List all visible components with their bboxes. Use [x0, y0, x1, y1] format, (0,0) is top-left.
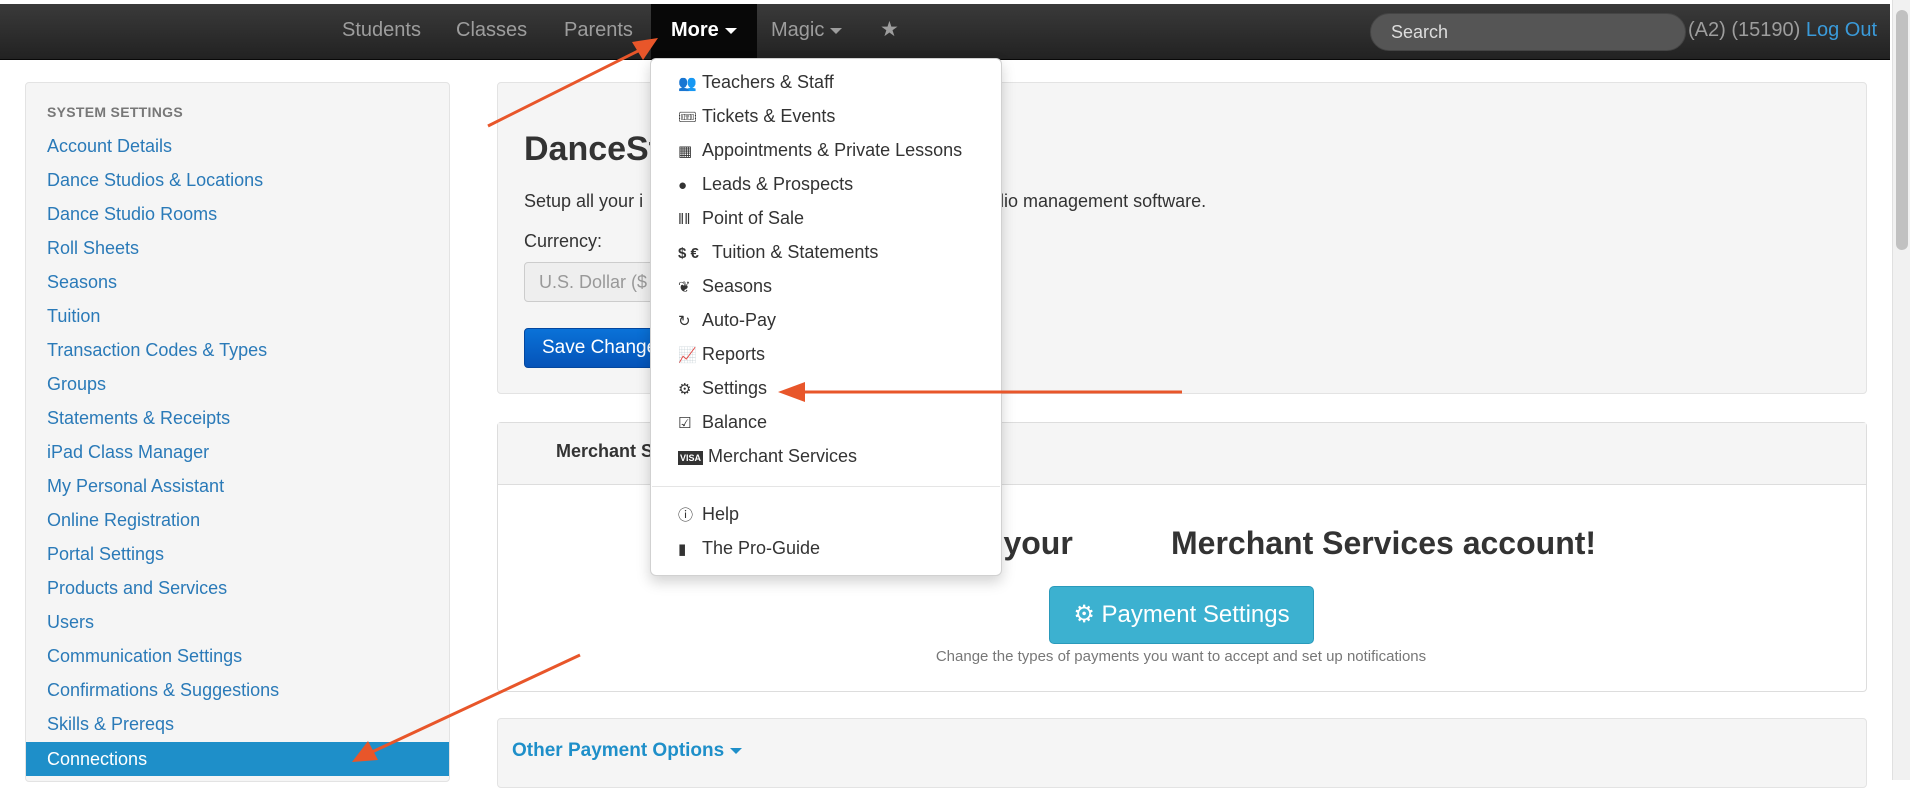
ticket-icon: 🎟 — [678, 109, 698, 126]
menu-item-appointments[interactable]: ▦ Appointments & Private Lessons — [651, 133, 1001, 167]
payment-caption: Change the types of payments you want to… — [935, 648, 1427, 665]
menu-item-help[interactable]: ⓘ Help — [651, 497, 1001, 531]
caret-down-icon — [730, 747, 743, 754]
menu-item-point-of-sale[interactable]: ‖‖ Point of Sale — [651, 201, 1001, 235]
menu-item-label: Help — [702, 504, 740, 524]
map-marker-icon: ● — [678, 177, 688, 194]
sidebar-item-connections[interactable]: Connections — [26, 742, 449, 776]
sidebar-header: SYSTEM SETTINGS — [47, 104, 183, 120]
sidebar-item-users[interactable]: Users — [26, 605, 449, 639]
nav-more[interactable]: More — [651, 4, 757, 60]
more-dropdown-menu: 👥 Teachers & Staff 🎟 Tickets & Events ▦ App… — [650, 58, 1002, 576]
menu-item-tuition-statements[interactable]: $ € Tuition & Statements — [651, 235, 1001, 269]
user-id-text: (A2) (15190) — [1688, 19, 1801, 41]
sidebar-item-tuition[interactable]: Tuition — [26, 299, 449, 333]
currency-icon: $ € — [678, 245, 699, 262]
refresh-icon: ↻ — [678, 313, 691, 330]
check-square-icon: ☑ — [678, 415, 692, 432]
menu-item-label: Auto-Pay — [702, 310, 777, 330]
visa-card-icon: VISA — [678, 451, 704, 466]
menu-item-balance[interactable]: ☑ Balance — [651, 405, 1001, 439]
tab-merchant-services[interactable]: Merchant S — [556, 441, 653, 462]
info-circle-icon: ⓘ — [678, 507, 694, 524]
menu-item-label: Leads & Prospects — [702, 174, 854, 194]
logout-link[interactable]: Log Out — [1806, 19, 1877, 41]
page-title: DanceSt — [524, 130, 661, 168]
gears-icon: ⚙ — [678, 381, 692, 398]
sidebar-item-roll-sheets[interactable]: Roll Sheets — [26, 231, 449, 265]
sidebar-item-transaction-codes[interactable]: Transaction Codes & Types — [26, 333, 449, 367]
menu-item-label: Seasons — [702, 276, 773, 296]
calendar-icon: ▦ — [678, 143, 693, 160]
sidebar-item-studio-rooms[interactable]: Dance Studio Rooms — [26, 197, 449, 231]
menu-item-label: Point of Sale — [702, 208, 805, 228]
other-payment-options-toggle[interactable]: Other Payment Options — [512, 740, 743, 762]
menu-divider — [652, 486, 1000, 487]
sidebar-item-ipad-manager[interactable]: iPad Class Manager — [26, 435, 449, 469]
menu-item-label: Appointments & Private Lessons — [702, 140, 963, 160]
star-icon[interactable]: ★ — [880, 4, 899, 60]
top-navbar: Students Classes Parents More Magic ★ (A… — [0, 4, 1890, 60]
sidebar-item-portal-settings[interactable]: Portal Settings — [26, 537, 449, 571]
menu-item-reports[interactable]: 📈 Reports — [651, 337, 1001, 371]
merchant-heading: Merchant Services account! — [1171, 525, 1597, 561]
users-icon: 👥 — [678, 75, 697, 92]
menu-item-label: Merchant Services — [708, 446, 858, 466]
sidebar-item-confirmations[interactable]: Confirmations & Suggestions — [26, 673, 449, 707]
nav-magic-label: Magic — [771, 19, 825, 41]
menu-item-pro-guide[interactable]: ▮ The Pro-Guide — [651, 531, 1001, 565]
sidebar-item-personal-assistant[interactable]: My Personal Assistant — [26, 469, 449, 503]
menu-item-tickets-events[interactable]: 🎟 Tickets & Events — [651, 99, 1001, 133]
menu-item-label: Tickets & Events — [702, 106, 836, 126]
leaf-icon: ❦ — [678, 279, 691, 296]
sidebar-item-account-details[interactable]: Account Details — [26, 129, 449, 163]
payment-settings-label: Payment Settings — [1101, 601, 1290, 628]
sidebar-item-seasons[interactable]: Seasons — [26, 265, 449, 299]
currency-label: Currency: — [524, 231, 603, 251]
nav-magic[interactable]: Magic — [771, 4, 843, 60]
setup-text-continued: lio management software. — [1000, 191, 1207, 211]
scrollbar-thumb[interactable] — [1896, 10, 1908, 250]
sidebar-item-online-registration[interactable]: Online Registration — [26, 503, 449, 537]
payment-settings-button[interactable]: ⚙ Payment Settings — [1049, 586, 1314, 644]
menu-item-label: Balance — [702, 412, 768, 432]
menu-item-label: Settings — [702, 378, 768, 398]
menu-item-label: Reports — [702, 344, 766, 364]
menu-item-label: Tuition & Statements — [712, 242, 879, 262]
sidebar-item-dance-studios[interactable]: Dance Studios & Locations — [26, 163, 449, 197]
nav-classes[interactable]: Classes — [456, 4, 527, 60]
gear-icon: ⚙ — [1073, 601, 1095, 628]
other-payment-label: Other Payment Options — [512, 740, 725, 761]
menu-item-seasons[interactable]: ❦ Seasons — [651, 269, 1001, 303]
setup-text: Setup all your i — [524, 191, 644, 211]
barcode-icon: ‖‖ — [678, 211, 691, 228]
sidebar-item-products[interactable]: Products and Services — [26, 571, 449, 605]
chart-line-icon: 📈 — [678, 347, 697, 364]
menu-item-label: Teachers & Staff — [702, 72, 834, 92]
menu-item-teachers-staff[interactable]: 👥 Teachers & Staff — [651, 65, 1001, 99]
nav-more-label: More — [671, 19, 719, 41]
user-info: (A2) (15190) Log Out — [1688, 4, 1877, 56]
book-icon: ▮ — [678, 541, 687, 558]
nav-students[interactable]: Students — [342, 4, 421, 60]
menu-item-auto-pay[interactable]: ↻ Auto-Pay — [651, 303, 1001, 337]
nav-parents[interactable]: Parents — [564, 4, 633, 60]
menu-item-merchant-services[interactable]: VISA Merchant Services — [651, 439, 1001, 473]
menu-item-leads[interactable]: ● Leads & Prospects — [651, 167, 1001, 201]
caret-down-icon — [724, 27, 737, 34]
sidebar-item-skills[interactable]: Skills & Prereqs — [26, 707, 449, 741]
menu-item-label: The Pro-Guide — [702, 538, 821, 558]
caret-down-icon — [830, 27, 843, 34]
menu-item-settings[interactable]: ⚙ Settings — [651, 371, 1001, 405]
search-input[interactable] — [1370, 13, 1686, 51]
settings-sidebar: SYSTEM SETTINGS Account Details Dance St… — [25, 82, 450, 782]
page-scrollbar[interactable] — [1892, 0, 1910, 780]
sidebar-item-statements[interactable]: Statements & Receipts — [26, 401, 449, 435]
sidebar-item-groups[interactable]: Groups — [26, 367, 449, 401]
